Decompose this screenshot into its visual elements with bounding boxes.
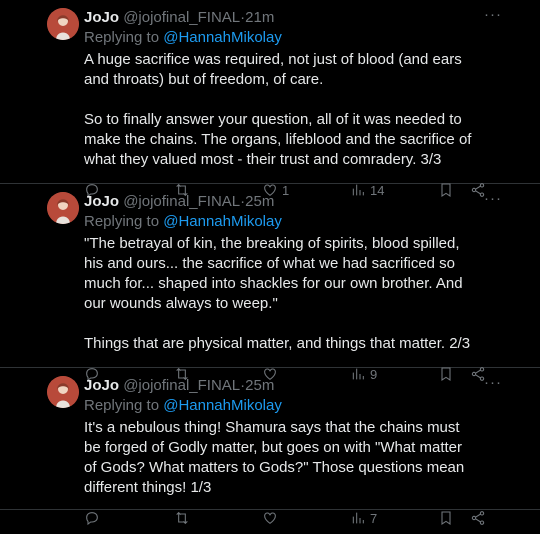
mention-link[interactable]: @HannahMikolay — [163, 213, 282, 230]
reply-context: Replying to @HannahMikolay — [84, 396, 526, 416]
display-name[interactable]: JoJo — [84, 377, 119, 394]
bookmark-button[interactable] — [438, 510, 454, 526]
tweet-header: JoJo @jojofinal_FINAL·25m — [84, 192, 526, 212]
display-name[interactable]: JoJo — [84, 9, 119, 26]
action-bar: 7 — [84, 502, 526, 534]
reply-prefix: Replying to — [84, 213, 160, 230]
tweet-paragraph: A huge sacrifice was required, not just … — [84, 51, 462, 88]
display-name[interactable]: JoJo — [84, 193, 119, 210]
handle[interactable]: @jojofinal_FINAL — [123, 193, 240, 210]
tweet[interactable]: ··· JoJo @jojofinal_FINAL·21m Replying t… — [0, 0, 540, 198]
tweet-text: It's a nebulous thing! Shamura says that… — [84, 418, 526, 498]
more-icon[interactable]: ··· — [484, 6, 502, 23]
tweet-paragraph: "The betrayal of kin, the breaking of sp… — [84, 235, 463, 312]
more-icon[interactable]: ··· — [484, 190, 502, 207]
handle[interactable]: @jojofinal_FINAL — [123, 9, 240, 26]
handle[interactable]: @jojofinal_FINAL — [123, 377, 240, 394]
avatar[interactable] — [47, 376, 79, 408]
tweet[interactable]: ··· JoJo @jojofinal_FINAL·25m Replying t… — [0, 184, 540, 382]
share-icon — [471, 511, 485, 525]
reply-prefix: Replying to — [84, 29, 160, 46]
share-button[interactable] — [470, 510, 486, 526]
reply-context: Replying to @HannahMikolay — [84, 212, 526, 232]
timestamp[interactable]: 25m — [245, 193, 274, 210]
avatar-image — [47, 192, 79, 224]
retweet-button[interactable] — [174, 510, 190, 526]
tweet-paragraph: Things that are physical matter, and thi… — [84, 335, 471, 352]
reply-context: Replying to @HannahMikolay — [84, 28, 526, 48]
tweet-header: JoJo @jojofinal_FINAL·25m — [84, 376, 526, 396]
views-icon — [352, 512, 364, 524]
mention-link[interactable]: @HannahMikolay — [163, 397, 282, 414]
bookmark-icon — [441, 511, 451, 525]
mention-link[interactable]: @HannahMikolay — [163, 29, 282, 46]
reply-button[interactable] — [84, 510, 100, 526]
avatar-image — [47, 376, 79, 408]
timestamp[interactable]: 25m — [245, 377, 274, 394]
like-button[interactable] — [262, 510, 282, 526]
like-icon — [264, 512, 276, 524]
tweet-text: "The betrayal of kin, the breaking of sp… — [84, 234, 526, 354]
avatar[interactable] — [47, 192, 79, 224]
tweet-text: A huge sacrifice was required, not just … — [84, 50, 526, 170]
avatar[interactable] — [47, 8, 79, 40]
reply-prefix: Replying to — [84, 397, 160, 414]
avatar-image — [47, 8, 79, 40]
views-button[interactable]: 7 — [350, 510, 377, 526]
tweet[interactable]: ··· JoJo @jojofinal_FINAL·25m Replying t… — [0, 368, 540, 526]
timestamp[interactable]: 21m — [245, 9, 274, 26]
retweet-icon — [176, 511, 188, 525]
reply-icon — [86, 512, 98, 526]
tweet-paragraph: So to finally answer your question, all … — [84, 111, 472, 168]
more-icon[interactable]: ··· — [484, 374, 502, 391]
tweet-paragraph: It's a nebulous thing! Shamura says that… — [84, 419, 465, 496]
tweet-header: JoJo @jojofinal_FINAL·21m — [84, 8, 526, 28]
view-count: 7 — [370, 510, 378, 526]
